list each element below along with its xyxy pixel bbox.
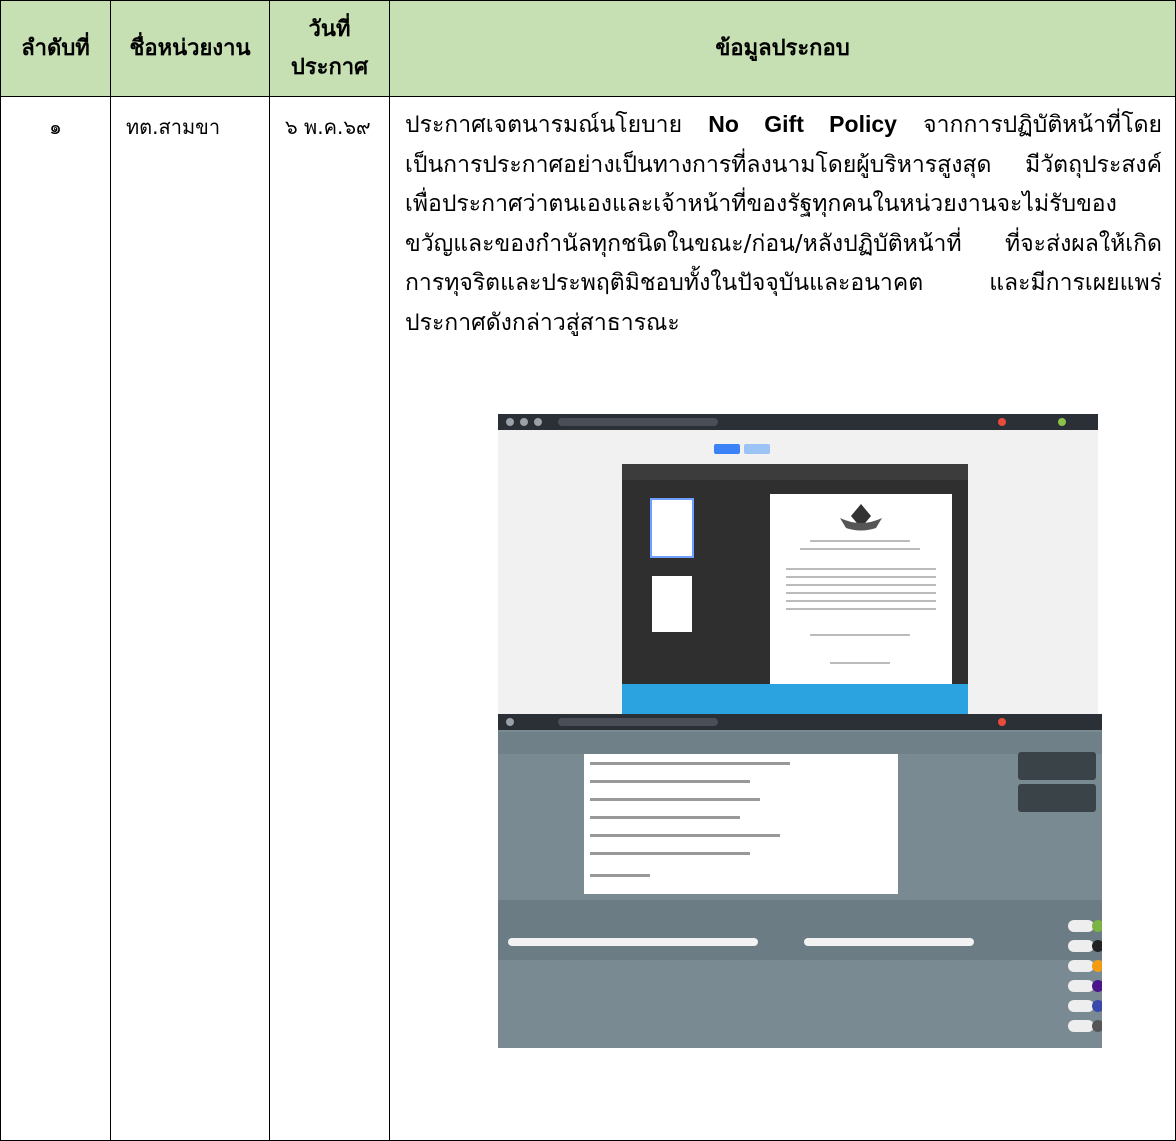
float-icon	[1092, 960, 1102, 972]
float-icon	[1092, 1020, 1102, 1032]
page-thumbnail-2	[652, 576, 692, 632]
download-button	[714, 444, 740, 454]
header-agency: ชื่อหน่วยงาน	[110, 0, 270, 97]
cell-date: ๖ พ.ค.๖๙	[269, 96, 390, 1141]
details-text-before: ประกาศเจตนารมณ์นโยบาย	[405, 112, 709, 138]
back-icon	[506, 418, 514, 426]
list-item	[590, 798, 760, 801]
pdf-viewer	[622, 464, 968, 684]
extension-icon	[1058, 418, 1066, 426]
float-button	[1068, 1000, 1094, 1012]
page-thumbnail-1	[650, 498, 694, 558]
signature-line	[830, 662, 890, 664]
footer-pill	[804, 938, 974, 946]
reload-icon	[534, 418, 542, 426]
list-item	[590, 762, 790, 765]
table-header-row: ลำดับที่ ชื่อหน่วยงาน วันที่ ประกาศ ข้อม…	[0, 0, 1176, 97]
header-details: ข้อมูลประกอบ	[389, 0, 1176, 97]
header-date: วันที่ ประกาศ	[269, 0, 390, 97]
back-icon	[506, 718, 514, 726]
float-button	[1068, 920, 1094, 932]
text-line	[800, 548, 920, 550]
header-date-line1: วันที่	[308, 16, 351, 42]
notice-banner	[622, 684, 968, 714]
address-bar	[558, 718, 718, 726]
address-bar	[558, 418, 718, 426]
text-line	[810, 540, 910, 542]
forward-icon	[520, 418, 528, 426]
text-line	[810, 634, 910, 636]
list-item	[590, 874, 650, 877]
print-button	[744, 444, 770, 454]
pdf-toolbar	[622, 464, 968, 480]
list-item	[590, 852, 750, 855]
details-text-after: จากการปฏิบัติหน้าที่โดยเป็นการประกาศอย่า…	[405, 112, 1162, 336]
float-icon	[1092, 940, 1102, 952]
site-footer	[498, 900, 1102, 960]
pdf-announcement-screenshot	[498, 414, 1098, 714]
details-text: ประกาศเจตนารมณ์นโยบาย No Gift Policy จาก…	[405, 105, 1162, 343]
float-button	[1068, 1020, 1094, 1032]
list-item	[590, 816, 740, 819]
list-item	[590, 834, 780, 837]
float-icon	[1092, 920, 1102, 932]
float-button	[1068, 980, 1094, 992]
website-announcements-screenshot	[498, 714, 1102, 1048]
float-button	[1068, 960, 1094, 972]
header-date-line2: ประกาศ	[290, 54, 369, 80]
garuda-emblem-icon	[840, 504, 882, 531]
cell-order: ๑	[0, 96, 111, 1141]
text-line	[786, 568, 936, 570]
float-icon	[1092, 1000, 1102, 1012]
text-line	[786, 592, 936, 594]
details-highlight: No Gift Policy	[708, 111, 897, 137]
side-card	[1018, 784, 1096, 812]
text-line	[786, 576, 936, 578]
browser-toolbar	[498, 414, 1098, 430]
site-navbar	[498, 732, 1102, 754]
side-card	[1018, 752, 1096, 780]
record-icon	[998, 418, 1006, 426]
text-line	[786, 584, 936, 586]
float-icon	[1092, 980, 1102, 992]
announcement-list	[584, 754, 898, 894]
text-line	[786, 600, 936, 602]
list-item	[590, 780, 750, 783]
footer-pill	[508, 938, 758, 946]
header-order: ลำดับที่	[0, 0, 111, 97]
cell-agency: ทต.สามขา	[110, 96, 270, 1141]
record-icon	[998, 718, 1006, 726]
pdf-page	[770, 494, 952, 684]
text-line	[786, 608, 936, 610]
browser-toolbar	[498, 714, 1102, 730]
float-button	[1068, 940, 1094, 952]
